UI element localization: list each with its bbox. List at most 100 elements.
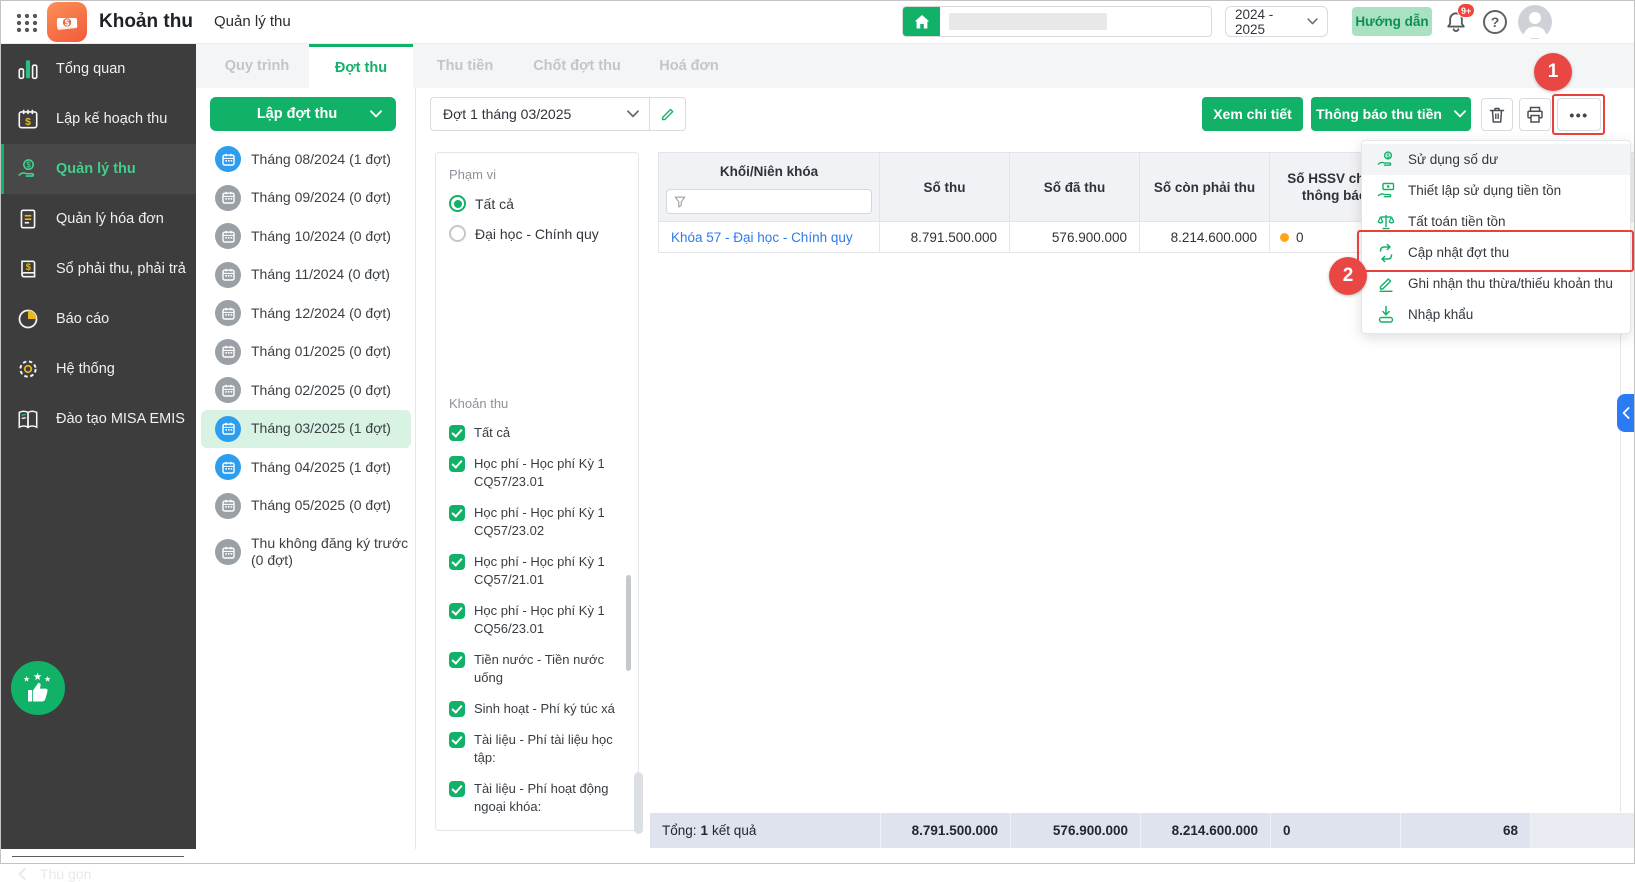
app-grid-icon[interactable] [14,10,40,36]
month-item[interactable]: Tháng 04/2025 (1 đợt) [201,448,411,487]
scales-icon [1376,212,1396,232]
sidebar-item-tong-quan[interactable]: Tổng quan [0,44,196,94]
month-item[interactable]: Tháng 08/2024 (1 đợt) [201,140,411,179]
chevron-down-icon [1454,110,1466,118]
month-item[interactable]: Tháng 11/2024 (0 đợt) [201,256,411,295]
sidebar-divider [12,856,184,857]
fee-checkbox[interactable]: Học phí - Học phí Kỳ 1 CQ57/23.01 [449,455,630,491]
grade-filter-input[interactable] [691,194,851,209]
fee-checkbox-all[interactable]: Tất cả [449,424,630,442]
batch-select[interactable]: Đợt 1 tháng 03/2025 [430,97,686,131]
gear-icon [16,357,40,381]
collapse-sidebar-button[interactable]: Thu gọn [18,866,91,882]
fee-checkbox[interactable]: Học phí - Học phí Kỳ 1 CQ57/21.01 [449,553,630,589]
radio-icon [449,225,466,242]
khoan-thu-app-icon[interactable] [47,2,87,42]
menu-item-tat-toan-tien-ton[interactable]: Tất toán tiền tồn [1362,206,1630,237]
annotation-step-1: 1 [1534,53,1572,91]
row-cell-name: Khóa 57 - Đại học - Chính quy [658,222,880,253]
school-year-select[interactable]: 2024 - 2025 [1225,6,1328,37]
calendar-icon [215,539,241,565]
sidebar: Tổng quan Lập kế hoạch thu Quản lý thu Q… [0,44,196,882]
month-item[interactable]: Tháng 09/2024 (0 đợt) [201,179,411,218]
month-item[interactable]: Tháng 10/2024 (0 đợt) [201,217,411,256]
radio-selected-icon [449,195,466,212]
home-icon[interactable] [903,7,940,36]
notify-payment-button[interactable]: Thông báo thu tiền [1311,97,1471,131]
collapse-right-panel-tab[interactable] [1617,394,1635,432]
trash-icon [1486,104,1508,126]
menu-item-ghi-nhan-thu-thua-thieu[interactable]: Ghi nhận thu thừa/thiếu khoản thu [1362,268,1630,299]
fee-checkbox[interactable]: Học phí - Học phí Kỳ 1 CQ56/23.01 [449,602,630,638]
tab-quy-trinh[interactable]: Quy trình [205,44,309,88]
module-tab-quan-ly-thu[interactable]: Quản lý thu [214,0,291,44]
coin-hand-icon [1376,150,1396,170]
month-item-selected[interactable]: Tháng 03/2025 (1 đợt) [201,409,411,448]
thumbs-up-stars-icon [21,671,55,705]
school-search-box[interactable] [902,6,1212,37]
month-item[interactable]: Tháng 05/2025 (0 đợt) [201,487,411,526]
sidebar-item-lap-ke-hoach-thu[interactable]: Lập kế hoạch thu [0,94,196,144]
fee-checkbox[interactable]: Tiền nước - Tiền nước uống [449,651,630,687]
sidebar-item-he-thong[interactable]: Hệ thống [0,344,196,394]
tab-hoa-don[interactable]: Hoá đơn [637,44,741,88]
print-button[interactable] [1519,98,1551,131]
month-item[interactable]: Tháng 02/2025 (0 đợt) [201,371,411,410]
cohort-link[interactable]: Khóa 57 - Đại học - Chính quy [671,230,853,245]
create-batch-button[interactable]: Lập đợt thu [210,97,396,131]
help-icon[interactable]: ? [1483,10,1507,34]
guide-button[interactable]: Hướng dẫn [1352,7,1432,36]
month-item[interactable]: Thu không đăng ký trước (0 đợt) [201,525,411,579]
menu-item-su-dung-so-du[interactable]: Sử dụng số dư [1362,144,1630,175]
checkbox-checked-icon [449,701,465,717]
footer-total: Tổng: 1 kết quả [650,813,880,848]
sidebar-item-bao-cao[interactable]: Báo cáo [0,294,196,344]
sidebar-item-so-phai-thu-phai-tra[interactable]: Sổ phải thu, phải trả [0,244,196,294]
edit-batch-button[interactable] [650,105,685,123]
fee-checkbox[interactable]: Tài liệu - Phí hoạt động ngoại khóa: [449,780,630,816]
menu-item-cap-nhat-dot-thu[interactable]: Cập nhật đợt thu [1362,237,1630,268]
column-header-so-con-phai-thu: Số còn phải thu [1140,152,1270,222]
avatar[interactable] [1518,5,1552,39]
calendar-plan-icon [16,107,40,131]
calendar-icon [215,338,241,365]
column-header-so-da-thu: Số đã thu [1010,152,1140,222]
delete-button[interactable] [1481,98,1513,131]
scope-radio-dai-hoc[interactable]: Đại học - Chính quy [449,225,624,242]
fee-checkbox[interactable]: Học phí - Học phí Kỳ 1 CQ57/23.02 [449,504,630,540]
scope-radio-all[interactable]: Tất cả [449,195,624,212]
month-item[interactable]: Tháng 12/2024 (0 đợt) [201,294,411,333]
school-year-value: 2024 - 2025 [1235,6,1274,37]
cash-hand-icon [1376,181,1396,201]
tab-thu-tien[interactable]: Thu tiền [413,44,517,88]
chevron-down-icon [1307,18,1318,25]
feedback-button[interactable] [11,661,65,715]
more-actions-button[interactable]: ••• [1557,98,1601,131]
tab-chot-dot-thu[interactable]: Chốt đợt thu [517,44,637,88]
view-detail-button[interactable]: Xem chi tiết [1202,97,1303,131]
checkbox-checked-icon [449,425,465,441]
menu-item-thiet-lap-su-dung-tien-ton[interactable]: Thiết lập sử dụng tiền tồn [1362,175,1630,206]
filter-scrollbar-thumb[interactable] [626,575,631,671]
column-header-so-thu: Số thu [880,152,1010,222]
scope-label: Phạm vi [449,167,496,182]
tab-dot-thu[interactable]: Đợt thu [309,44,413,88]
fee-checkbox[interactable]: Lệ phí tốt nghiệp - Phí xét [449,829,630,830]
footer-so-da-thu: 576.900.000 [1010,813,1140,848]
sidebar-item-dao-tao-misa-emis[interactable]: Đào tạo MISA EMIS [0,394,196,444]
calendar-icon [215,492,241,519]
table-scrollbar-thumb[interactable] [634,772,643,834]
sidebar-item-quan-ly-hoa-don[interactable]: Quản lý hóa đơn [0,194,196,244]
sidebar-item-quan-ly-thu[interactable]: Quản lý thu [0,144,196,194]
app-window: Khoản thu Quản lý thu 2024 - 2025 Hướng … [0,0,1635,882]
chevron-down-icon [627,110,639,118]
footer-c5: 0 [1270,813,1400,848]
menu-item-nhap-khau[interactable]: Nhập khẩu [1362,299,1630,330]
fee-checkbox[interactable]: Sinh hoạt - Phí ký túc xá [449,700,630,718]
month-item[interactable]: Tháng 01/2025 (0 đợt) [201,333,411,372]
checkbox-checked-icon [449,505,465,521]
column-filter[interactable] [666,189,872,214]
fee-checkbox[interactable]: Tài liệu - Phí tài liệu học tập: [449,731,630,767]
batch-select-value[interactable]: Đợt 1 tháng 03/2025 [431,106,627,122]
calendar-icon [215,415,241,442]
